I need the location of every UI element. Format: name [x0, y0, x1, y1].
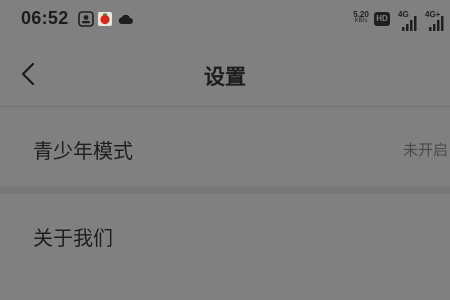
settings-item-label: 关于我们: [33, 226, 113, 250]
network-speed-unit: KB/s: [354, 18, 368, 24]
network-speed-value: 5.20: [353, 10, 369, 19]
settings-item-label: 青少年模式: [33, 139, 133, 163]
settings-item-about-us[interactable]: 关于我们: [0, 194, 450, 274]
page-title: 设置: [204, 65, 246, 89]
network-speed: 5.20 KB/s: [351, 11, 371, 25]
notification-app-icon: [78, 11, 94, 27]
settings-item-value: 未开启: [403, 141, 449, 159]
settings-item-teen-mode[interactable]: 青少年模式 未开启: [0, 107, 450, 187]
nav-bar: 设置: [0, 44, 450, 106]
status-bar: 06:52 5.20 KB/s HD 4G 4G+: [0, 0, 450, 40]
section-gap: [0, 187, 450, 194]
cloud-icon: [117, 12, 133, 28]
status-time: 06:52: [21, 8, 69, 28]
hd-badge: HD: [374, 12, 390, 26]
red-app-icon: [97, 11, 113, 27]
